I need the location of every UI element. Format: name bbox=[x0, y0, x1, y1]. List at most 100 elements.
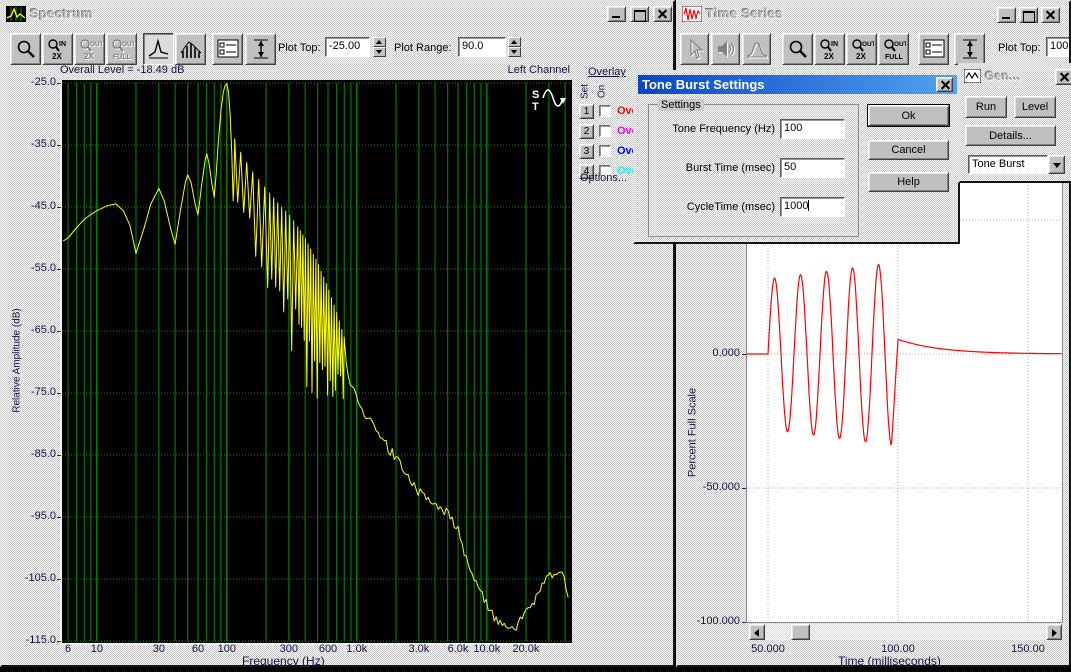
overlay-on-1-checkbox[interactable] bbox=[599, 105, 611, 117]
time-scrollbar[interactable] bbox=[749, 624, 1062, 640]
spectrum-x-tick-label: 30 bbox=[153, 643, 165, 655]
time-series-window-icon bbox=[682, 6, 702, 22]
generator-window-icon bbox=[964, 69, 981, 83]
speaker-button[interactable] bbox=[711, 33, 740, 65]
pointer-button[interactable] bbox=[680, 33, 709, 65]
close-button[interactable] bbox=[653, 6, 672, 22]
zoom-out-2x-icon: OUT 2X bbox=[850, 37, 874, 61]
svg-text:FULL: FULL bbox=[113, 54, 132, 61]
spectrum-y-tick-label: -65.0 bbox=[6, 324, 56, 336]
minimize-button[interactable] bbox=[997, 7, 1016, 23]
svg-text:S: S bbox=[532, 89, 539, 101]
overlay-options-link[interactable]: Options... bbox=[580, 172, 627, 184]
svg-text:2X: 2X bbox=[856, 52, 866, 61]
spectrum-y-tick-label: -25.0 bbox=[6, 76, 56, 88]
channel-label: Left Channel bbox=[422, 64, 570, 76]
generator-window: Gen... Run Level Details... Tone Burst bbox=[958, 63, 1071, 183]
display-options-button[interactable] bbox=[212, 33, 243, 65]
pointer-icon bbox=[684, 38, 706, 60]
maximize-button[interactable] bbox=[1019, 7, 1038, 23]
peak-curve-icon bbox=[745, 38, 769, 60]
peak-curve-button[interactable] bbox=[742, 33, 771, 65]
display-options-button[interactable] bbox=[918, 33, 949, 65]
help-button[interactable]: Help bbox=[868, 172, 949, 192]
vertical-scale-button[interactable] bbox=[245, 33, 276, 65]
spectrum-x-tick-label: 10.0k bbox=[473, 643, 500, 655]
plot-range-input[interactable]: 90.0 bbox=[458, 37, 506, 57]
signal-type-dropdown-button[interactable] bbox=[1048, 155, 1065, 174]
spectrum-y-tick-label: -95.0 bbox=[6, 510, 56, 522]
burst-time-input[interactable]: 50 bbox=[780, 158, 845, 178]
zoom-out-2x-button[interactable]: OUT2X bbox=[74, 33, 105, 65]
spectrum-y-tick-label: -105.0 bbox=[6, 572, 56, 584]
cycle-time-input[interactable]: 1000 bbox=[780, 197, 845, 217]
peak-curve-button[interactable] bbox=[143, 33, 174, 65]
plot-top-spinner[interactable] bbox=[373, 37, 386, 57]
close-button[interactable] bbox=[1041, 7, 1060, 23]
svg-text:FULL: FULL bbox=[885, 54, 904, 61]
plot-top-input[interactable]: 100.0 bbox=[1046, 37, 1071, 57]
tone-frequency-input[interactable]: 100 bbox=[780, 119, 845, 139]
cycle-time-label: CycleTime (msec) bbox=[657, 201, 775, 213]
zoom-button[interactable] bbox=[10, 33, 41, 65]
plot-top-input[interactable]: -25.00 bbox=[325, 37, 370, 57]
spectrum-y-axis-title: Relative Amplitude (dB) bbox=[12, 281, 25, 441]
zoom-out-full-button[interactable]: OUT FULL bbox=[878, 33, 909, 65]
scroll-right-icon bbox=[1052, 629, 1057, 637]
spectrum-x-tick-label: 6 bbox=[65, 643, 71, 655]
tone-burst-settings-dialog: Tone Burst Settings Settings Tone Freque… bbox=[633, 70, 960, 244]
svg-text:OUT: OUT bbox=[894, 41, 906, 48]
scroll-left-button[interactable] bbox=[749, 624, 765, 640]
details-button[interactable]: Details... bbox=[965, 125, 1056, 146]
run-button[interactable]: Run bbox=[965, 96, 1007, 118]
dialog-close-button[interactable] bbox=[936, 77, 953, 92]
close-button[interactable] bbox=[1055, 69, 1071, 85]
y-tick-mark bbox=[57, 145, 61, 146]
spectrum-y-tick-label: -115.0 bbox=[6, 634, 56, 646]
svg-text:OUT: OUT bbox=[862, 41, 874, 48]
overlay-on-2-checkbox[interactable] bbox=[599, 125, 611, 137]
y-tick-mark bbox=[57, 269, 61, 270]
y-tick-mark bbox=[57, 331, 61, 332]
text-caret bbox=[808, 200, 809, 211]
overlay-set-2-button[interactable]: 2 bbox=[579, 124, 594, 139]
zoom-in-2x-icon: IN2X bbox=[818, 37, 842, 61]
overlay-set-3-button[interactable]: 3 bbox=[579, 144, 594, 159]
overlay-on-3-checkbox[interactable] bbox=[599, 145, 611, 157]
time-y-tick-label: -100.000 bbox=[678, 615, 740, 627]
scroll-right-button[interactable] bbox=[1046, 624, 1062, 640]
display-options-icon bbox=[216, 37, 240, 61]
zoom-button[interactable] bbox=[782, 33, 813, 65]
spectrum-plot[interactable] bbox=[62, 80, 572, 643]
overlay-set-1-button[interactable]: 1 bbox=[579, 104, 594, 119]
plot-top-label: Plot Top: bbox=[998, 42, 1041, 54]
dialog-titlebar[interactable]: Tone Burst Settings bbox=[638, 75, 957, 94]
zoom-in-2x-button[interactable]: IN2X bbox=[814, 33, 845, 65]
scrollbar-thumb[interactable] bbox=[791, 624, 810, 640]
zoom-out-full-icon: OUTFULL bbox=[110, 37, 134, 61]
zoom-out-full-button[interactable]: OUTFULL bbox=[106, 33, 137, 65]
vertical-scale-button[interactable] bbox=[954, 33, 985, 65]
ok-button[interactable]: Ok bbox=[868, 105, 949, 126]
spectra-logo-icon: ST bbox=[529, 86, 571, 116]
spectrum-titlebar[interactable]: Spectrum bbox=[3, 3, 672, 24]
spectrum-x-tick-label: 100 bbox=[218, 643, 236, 655]
cancel-button[interactable]: Cancel bbox=[868, 140, 949, 160]
maximize-button[interactable] bbox=[630, 6, 649, 22]
minimize-button[interactable] bbox=[607, 6, 626, 22]
signal-type-select[interactable]: Tone Burst bbox=[968, 155, 1048, 174]
svg-text:2X: 2X bbox=[824, 52, 834, 61]
time-x-tick-label: 50.000 bbox=[751, 643, 785, 655]
plot-range-spinner[interactable] bbox=[508, 37, 521, 57]
overlay-col-on: On bbox=[597, 82, 608, 102]
zoom-in-2x-button[interactable]: IN2X bbox=[42, 33, 73, 65]
chevron-down-icon bbox=[1053, 163, 1061, 168]
spectrum-x-tick-label: 20.0k bbox=[513, 643, 540, 655]
level-button[interactable]: Level bbox=[1014, 96, 1056, 118]
spectrum-y-tick-label: -35.0 bbox=[6, 138, 56, 150]
bar-display-button[interactable] bbox=[175, 33, 206, 65]
zoom-out-2x-button[interactable]: OUT 2X bbox=[846, 33, 877, 65]
y-tick-mark bbox=[57, 455, 61, 456]
vertical-scale-icon bbox=[959, 37, 981, 61]
scroll-left-icon bbox=[754, 629, 759, 637]
